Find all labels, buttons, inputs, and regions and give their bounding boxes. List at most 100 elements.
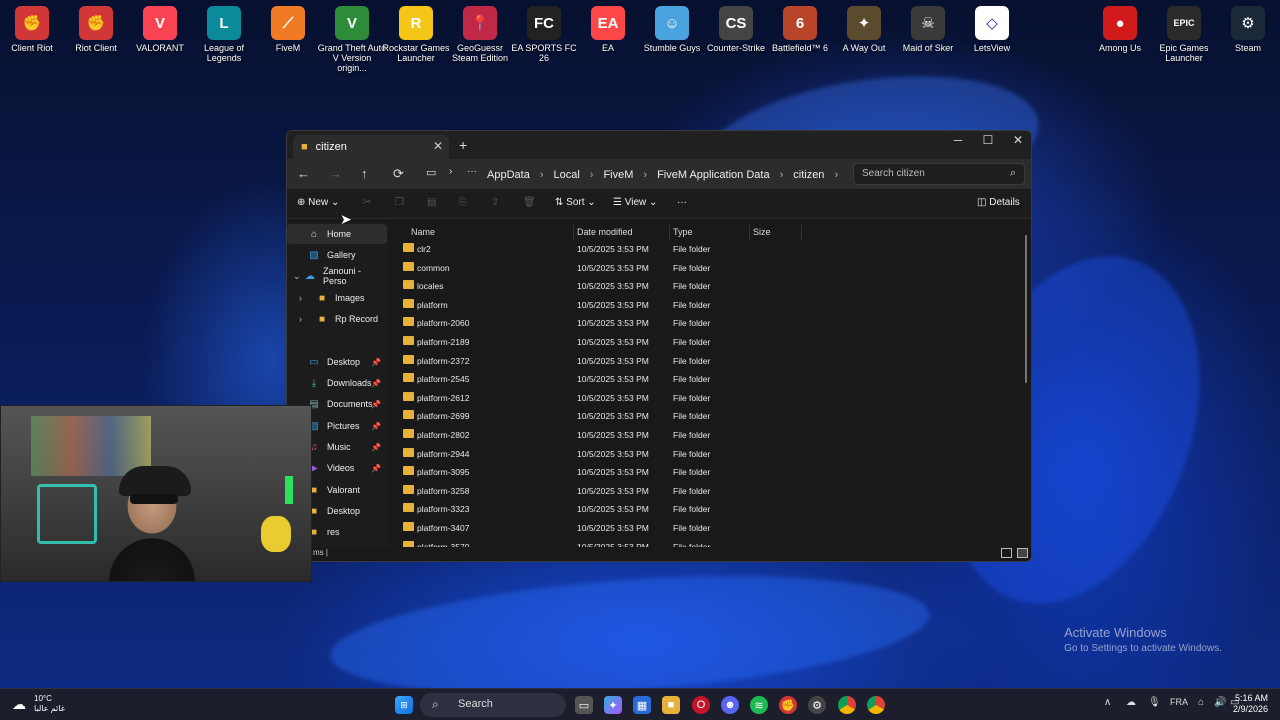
riot-client-icon[interactable]: ✊ (779, 696, 797, 714)
file-row[interactable]: clr2 10/5/2025 3:53 PM File folder (391, 240, 791, 258)
desktop-shortcut[interactable]: CS Counter-Strike (701, 6, 771, 53)
delete-icon[interactable]: 🗑 (523, 197, 536, 208)
copilot-icon[interactable]: ✦ (604, 696, 622, 714)
start-windows-icon[interactable]: ⊞ (395, 696, 413, 714)
microphone-icon[interactable]: 🎙 (1148, 697, 1161, 708)
breadcrumb-item[interactable]: citizen (793, 169, 824, 181)
desktop-shortcut[interactable]: EA EA (573, 6, 643, 53)
more-crumbs-icon[interactable]: ··· (467, 166, 477, 177)
back-arrow-icon[interactable]: ← (297, 166, 310, 181)
column-header-date[interactable]: Date modified (577, 227, 633, 237)
desktop-shortcut[interactable]: ☠ Maid of Sker (893, 6, 963, 53)
forward-arrow-icon[interactable]: → (329, 166, 342, 181)
column-header-type[interactable]: Type (673, 227, 693, 237)
desktop-shortcut[interactable]: ✊ Riot Client (61, 6, 131, 53)
cloud-sync-icon[interactable]: ☁ (1126, 697, 1136, 708)
taskbar-search[interactable]: ⌕ Search (420, 693, 566, 717)
file-row[interactable]: platform-2545 10/5/2025 3:53 PM File folde… (391, 370, 791, 388)
file-row[interactable]: platform-3323 10/5/2025 3:53 PM File folde… (391, 500, 791, 518)
rename-icon[interactable]: ⎘ (459, 197, 467, 208)
desktop-shortcut[interactable]: FC EA SPORTS FC 26 (509, 6, 579, 63)
chrome-profile-icon[interactable] (867, 696, 885, 714)
chevron-down-icon[interactable]: ⌄ (293, 271, 301, 282)
desktop-shortcut[interactable]: L League of Legends (189, 6, 259, 63)
view-button[interactable]: ☰ View ⌄ (613, 197, 657, 208)
minimize-button[interactable]: ─ (943, 133, 973, 147)
sidebar-item[interactable]: › ■ Rp Record (287, 309, 387, 329)
close-window-button[interactable]: ✕ (1003, 133, 1031, 147)
breadcrumb-item[interactable]: FiveM Application Data (657, 169, 770, 181)
sidebar-item[interactable]: ⌂ Home (287, 224, 387, 244)
new-tab-button[interactable]: + (459, 137, 467, 153)
chevron-right-icon[interactable]: › (643, 169, 647, 181)
tiles-view-icon[interactable] (1017, 548, 1028, 558)
chevron-right-icon[interactable]: › (834, 169, 838, 181)
column-divider[interactable] (749, 225, 750, 241)
sort-button[interactable]: ⇅ Sort ⌄ (555, 197, 596, 208)
file-row[interactable]: platform-3407 10/5/2025 3:53 PM File folde… (391, 519, 791, 537)
breadcrumb-item[interactable]: AppData (487, 169, 530, 181)
desktop-shortcut[interactable]: ☺ Stumble Guys (637, 6, 707, 53)
pc-icon[interactable]: ▭ (426, 166, 436, 179)
up-arrow-icon[interactable]: ↑ (361, 166, 368, 181)
desktop-shortcut[interactable]: R Rockstar Games Launcher (381, 6, 451, 63)
cut-icon[interactable]: ✂ (363, 197, 371, 208)
file-row[interactable]: platform-2802 10/5/2025 3:53 PM File folde… (391, 426, 791, 444)
breadcrumb-item[interactable]: Local (553, 169, 579, 181)
store-icon[interactable]: ▦ (633, 696, 651, 714)
search-input[interactable]: Search citizen ⌕ (853, 163, 1025, 185)
tab-citizen[interactable]: ■ citizen ✕ (293, 135, 449, 159)
sidebar-item[interactable]: › ■ Images (287, 288, 387, 308)
file-row[interactable]: platform-2944 10/5/2025 3:53 PM File folde… (391, 445, 791, 463)
sidebar-item[interactable]: ⤓ Downloads 📌 (287, 373, 387, 393)
file-row[interactable]: platform-2189 10/5/2025 3:53 PM File folde… (391, 333, 791, 351)
desktop-shortcut[interactable]: 📍 GeoGuessr Steam Edition (445, 6, 515, 63)
breadcrumb-item[interactable]: FiveM (603, 169, 633, 181)
desktop-shortcut[interactable]: ⚙ Steam (1213, 6, 1280, 53)
desktop-shortcut[interactable]: ⟋ FiveM (253, 6, 323, 53)
weather-widget[interactable]: 10°C غائم عالبا (34, 694, 65, 714)
details-button[interactable]: ◫ Details (977, 197, 1020, 208)
desktop-shortcut[interactable]: V VALORANT (125, 6, 195, 53)
desktop-shortcut[interactable]: EPIC Epic Games Launcher (1149, 6, 1219, 63)
more-options-icon[interactable]: ··· (677, 197, 687, 208)
chevron-right-icon[interactable]: › (780, 169, 784, 181)
file-row[interactable]: platform-2060 10/5/2025 3:53 PM File folde… (391, 314, 791, 332)
desktop-shortcut[interactable]: ● Among Us (1085, 6, 1155, 53)
new-button[interactable]: ⊕ New ⌄ (297, 197, 339, 208)
sidebar-item[interactable]: ▧ Gallery (287, 245, 387, 265)
chevron-right-icon[interactable]: › (590, 169, 594, 181)
details-view-icon[interactable] (1001, 548, 1012, 558)
file-row[interactable]: platform-3095 10/5/2025 3:53 PM File folde… (391, 463, 791, 481)
desktop-shortcut[interactable]: V Grand Theft Auto V Version origin... (317, 6, 387, 73)
file-row[interactable]: locales 10/5/2025 3:53 PM File folder (391, 277, 791, 295)
file-row[interactable]: common 10/5/2025 3:53 PM File folder (391, 259, 791, 277)
file-row[interactable]: platform-3258 10/5/2025 3:53 PM File folde… (391, 482, 791, 500)
sidebar-item[interactable]: ▭ Desktop 📌 (287, 352, 387, 372)
file-explorer-icon[interactable]: ■ (662, 696, 680, 714)
file-row[interactable]: platform-2612 10/5/2025 3:53 PM File folde… (391, 389, 791, 407)
chevron-right-icon[interactable]: › (299, 314, 302, 324)
copy-icon[interactable]: ❐ (395, 197, 404, 208)
refresh-icon[interactable]: ⟳ (393, 166, 404, 182)
file-row[interactable]: platform-2372 10/5/2025 3:53 PM File folde… (391, 352, 791, 370)
opera-icon[interactable]: O (692, 696, 710, 714)
spotify-icon[interactable]: ≋ (750, 696, 768, 714)
column-divider[interactable] (669, 225, 670, 241)
task-view-icon[interactable]: ▭ (575, 696, 593, 714)
paste-icon[interactable]: ▤ (427, 197, 436, 208)
gear-icon[interactable]: ⚙ (808, 696, 826, 714)
chevron-up-icon[interactable]: ∧ (1104, 697, 1111, 708)
column-divider[interactable] (801, 225, 802, 241)
network-icon[interactable]: ⌂ (1198, 697, 1204, 708)
column-header-name[interactable]: Name (411, 227, 435, 237)
column-divider[interactable] (573, 225, 574, 241)
clock[interactable]: 5:16 AM 2/9/2026 (1233, 693, 1268, 715)
chevron-right-icon[interactable]: › (540, 169, 544, 181)
chevron-right-icon[interactable]: › (299, 293, 302, 303)
file-row[interactable]: platform 10/5/2025 3:53 PM File folder (391, 296, 791, 314)
weather-icon[interactable]: ☁ (12, 696, 26, 713)
share-icon[interactable]: ⇪ (491, 197, 499, 208)
language-indicator[interactable]: FRA (1170, 697, 1188, 707)
maximize-button[interactable]: ☐ (973, 133, 1003, 147)
